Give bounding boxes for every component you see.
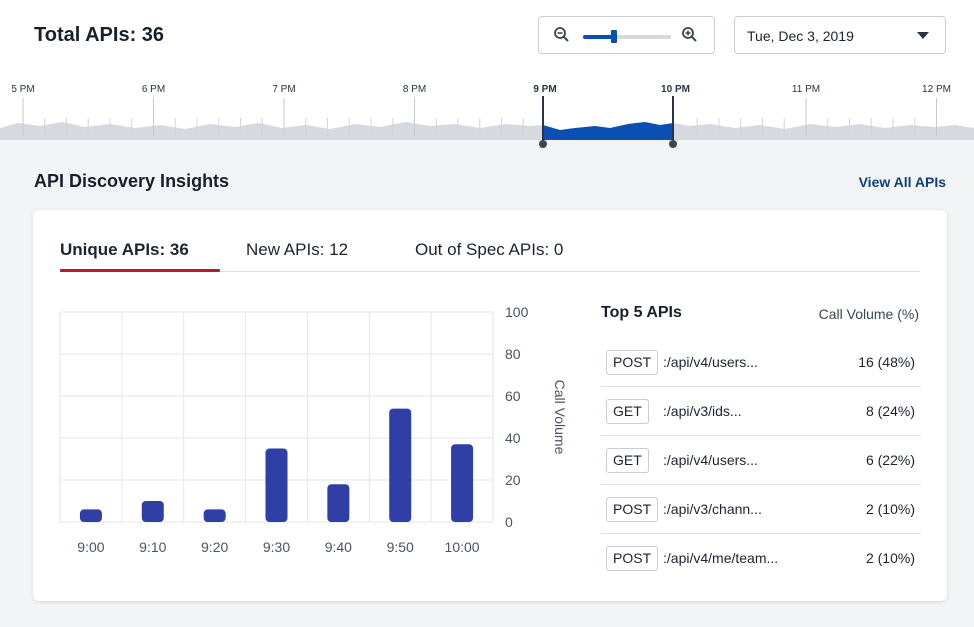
api-call-volume: 8 (24%): [865, 403, 915, 419]
call-volume-chart: 100 80 60 40 20 0 9:00 9:10 9:20 9:30 9:40 9:50 10:0…: [59, 304, 568, 555]
http-method-badge: POST: [606, 546, 659, 571]
tab-new-apis[interactable]: New APIs: 12: [246, 240, 348, 260]
api-path: :/api/v4/users...: [663, 452, 758, 468]
chart-bar: [141, 501, 164, 522]
x-tick-label: 9:40: [325, 539, 352, 555]
api-call-volume: 6 (22%): [865, 452, 915, 468]
y-tick-label: 20: [505, 472, 521, 488]
api-path: :/api/v3/ids...: [663, 403, 742, 419]
date-picker[interactable]: Tue, Dec 3, 2019: [734, 16, 946, 54]
tab-unique-apis[interactable]: Unique APIs: 36: [60, 240, 189, 260]
chart-bar: [389, 408, 412, 522]
x-tick-label: 9:10: [139, 539, 166, 555]
timeline-graph: [0, 96, 974, 148]
chevron-down-icon: [917, 32, 929, 39]
section-title: API Discovery Insights: [34, 171, 230, 191]
http-method-badge: GET: [606, 399, 649, 424]
chart-bar: [79, 509, 102, 522]
top-apis-title: Top 5 APIs: [601, 304, 682, 321]
call-volume-header: Call Volume (%): [818, 306, 919, 322]
y-tick-label: 60: [505, 388, 521, 404]
range-handle-start-knob[interactable]: [539, 140, 547, 148]
x-tick-label: 10:00: [445, 539, 480, 555]
zoom-slider[interactable]: [583, 30, 671, 43]
x-tick-label: 9:00: [77, 539, 104, 555]
view-all-apis-link[interactable]: View All APIs: [859, 174, 946, 190]
insights-card: Unique APIs: 36 New APIs: 12 Out of Spec…: [33, 210, 947, 601]
tab-out-of-spec-apis[interactable]: Out of Spec APIs: 0: [415, 240, 563, 260]
y-axis-label: Call Volume: [552, 380, 568, 455]
y-tick-label: 40: [505, 430, 521, 446]
chart-bar: [203, 509, 226, 522]
api-row[interactable]: POST :/api/v4/users... 16 (48%): [601, 338, 921, 387]
api-call-volume: 2 (10%): [865, 501, 915, 517]
chart-bar: [265, 448, 288, 522]
active-tab-indicator: [60, 269, 220, 272]
timeline-scrubber[interactable]: 5 PM 6 PM 7 PM 8 PM 9 PM 10 PM 11 PM 12 PM: [0, 78, 974, 148]
api-call-volume: 16 (48%): [858, 354, 915, 370]
zoom-in-icon[interactable]: [681, 26, 699, 44]
range-handle-end-knob[interactable]: [669, 140, 677, 148]
date-picker-value: Tue, Dec 3, 2019: [747, 28, 854, 44]
api-call-volume: 2 (10%): [865, 550, 915, 566]
api-row[interactable]: POST :/api/v4/me/team... 2 (10%): [601, 534, 921, 583]
http-method-badge: POST: [606, 497, 659, 522]
api-row[interactable]: POST :/api/v3/chann... 2 (10%): [601, 485, 921, 534]
timeline-area-selected: [543, 122, 673, 140]
top-apis-panel: Top 5 APIs Call Volume (%) POST :/api/v4…: [601, 304, 921, 583]
zoom-slider-fill: [583, 35, 614, 39]
tab-bar: Unique APIs: 36 New APIs: 12 Out of Spec…: [60, 240, 920, 272]
api-row[interactable]: GET :/api/v3/ids... 8 (24%): [601, 387, 921, 436]
api-path: :/api/v3/chann...: [663, 501, 762, 517]
x-tick-label: 9:30: [263, 539, 290, 555]
http-method-badge: GET: [606, 448, 649, 473]
x-tick-label: 9:50: [387, 539, 414, 555]
top-apis-header: Top 5 APIs Call Volume (%): [601, 304, 921, 328]
y-tick-label: 80: [505, 346, 521, 362]
api-path: :/api/v4/me/team...: [663, 550, 779, 566]
chart-bar: [451, 444, 474, 522]
zoom-out-icon[interactable]: [553, 26, 571, 44]
x-tick-label: 9:20: [201, 539, 228, 555]
api-path: :/api/v4/users...: [663, 354, 758, 370]
y-tick-label: 0: [505, 514, 513, 530]
timeline-area-left: [0, 122, 543, 140]
y-tick-label: 100: [505, 304, 529, 320]
chart-bar: [327, 484, 350, 522]
timeline-area-right: [673, 123, 974, 140]
api-row[interactable]: GET :/api/v4/users... 6 (22%): [601, 436, 921, 485]
zoom-slider-handle[interactable]: [610, 30, 617, 43]
zoom-control: [538, 16, 715, 54]
http-method-badge: POST: [606, 350, 659, 375]
total-apis-title: Total APIs: 36: [34, 24, 165, 46]
